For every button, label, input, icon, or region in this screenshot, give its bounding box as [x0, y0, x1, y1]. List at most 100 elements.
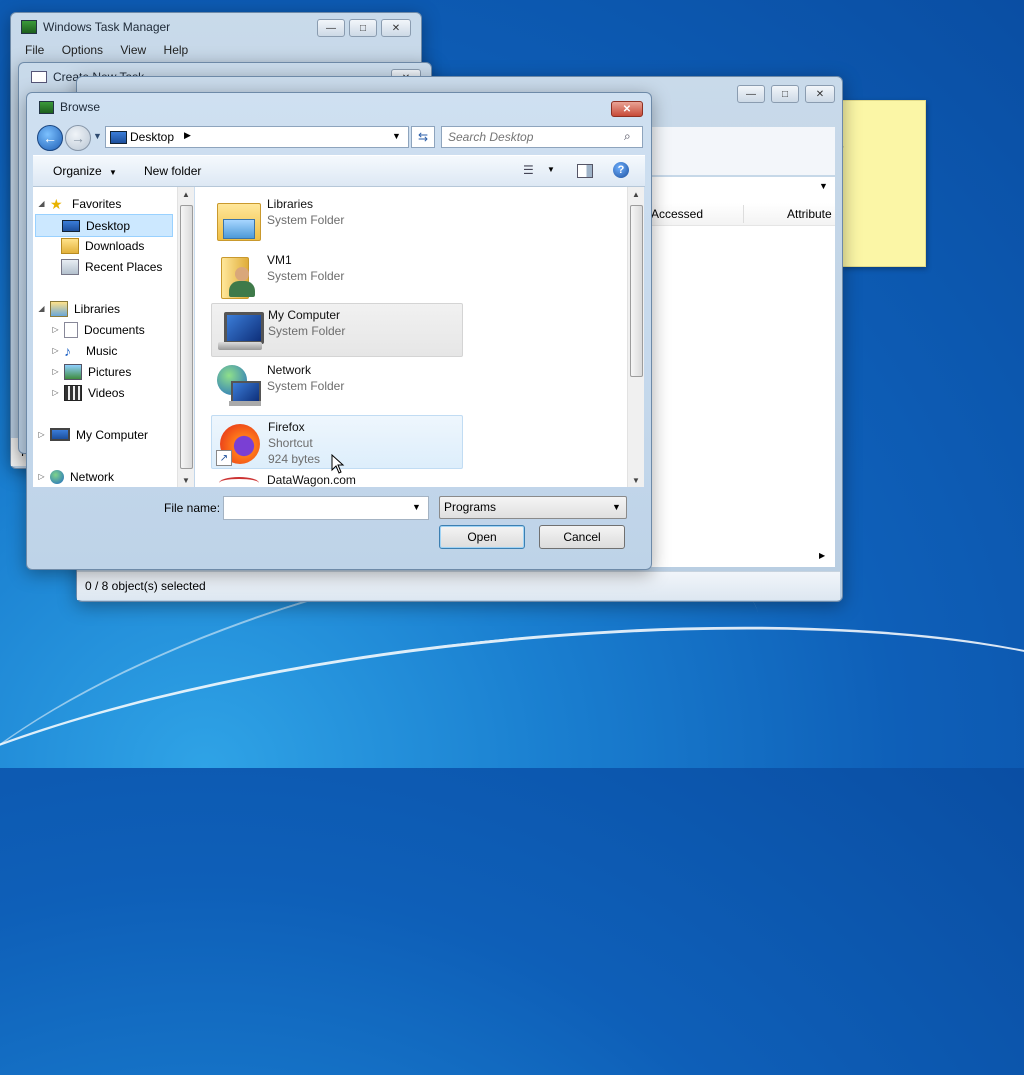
- file-name: My Computer: [268, 308, 341, 322]
- nav-downloads-label: Downloads: [85, 238, 145, 253]
- search-box[interactable]: ⌕: [441, 126, 643, 148]
- collapse-icon[interactable]: ▷: [51, 325, 60, 334]
- file-type-select[interactable]: Programs ▼: [439, 496, 627, 519]
- column-divider: [743, 205, 744, 223]
- view-options-icon[interactable]: ☰: [523, 163, 534, 177]
- nav-recent-places[interactable]: Recent Places: [61, 256, 162, 277]
- collapse-icon[interactable]: ▷: [37, 430, 46, 439]
- file-name-combo[interactable]: ▼: [223, 496, 429, 520]
- expand-icon[interactable]: ◢: [37, 304, 46, 313]
- close-button[interactable]: ✕: [805, 85, 835, 103]
- column-accessed[interactable]: Accessed: [651, 207, 703, 221]
- command-bar: Organize ▼ New folder ☰ ▼ ?: [33, 155, 645, 187]
- documents-icon: [64, 321, 78, 338]
- organize-button[interactable]: Organize ▼: [53, 164, 117, 178]
- network-icon: [215, 363, 261, 407]
- file-name-dropdown-icon[interactable]: ▼: [412, 502, 421, 512]
- pictures-icon: [64, 363, 82, 380]
- dropdown-arrow[interactable]: ▼: [819, 181, 828, 191]
- scroll-down-arrow[interactable]: ▼: [628, 473, 644, 487]
- file-item-my-computer[interactable]: My Computer System Folder: [211, 303, 463, 357]
- file-scrollbar[interactable]: ▲ ▼: [627, 187, 644, 487]
- file-name: VM1: [267, 253, 292, 267]
- nav-network-label: Network: [70, 469, 115, 484]
- collapse-icon[interactable]: ▷: [37, 472, 46, 481]
- close-button[interactable]: ✕: [381, 19, 411, 37]
- file-type: System Folder: [267, 379, 345, 393]
- organize-dropdown-icon: ▼: [109, 168, 117, 177]
- view-dropdown-icon[interactable]: ▼: [547, 165, 555, 174]
- nav-my-computer-label: My Computer: [76, 427, 149, 442]
- file-type-dropdown-icon: ▼: [612, 502, 621, 512]
- firefox-icon: ↗: [216, 420, 262, 466]
- nav-music[interactable]: ▷ ♪ Music: [51, 340, 117, 361]
- collapse-icon[interactable]: ▷: [51, 367, 60, 376]
- file-item-network[interactable]: Network System Folder: [211, 359, 461, 411]
- scroll-up-arrow[interactable]: ▲: [178, 187, 194, 201]
- open-button[interactable]: Open: [439, 525, 525, 549]
- navigation-pane: ◢ ★ Favorites Desktop Downloads Recent P…: [33, 187, 193, 487]
- explorer-list: Accessed Attribute ▼ ▶: [647, 177, 835, 567]
- nav-my-computer[interactable]: ▷ My Computer: [37, 424, 148, 445]
- collapse-icon[interactable]: ▷: [51, 346, 60, 355]
- forward-button[interactable]: →: [65, 125, 91, 151]
- scroll-up-arrow[interactable]: ▲: [628, 187, 644, 201]
- maximize-button[interactable]: □: [349, 19, 377, 37]
- address-bar[interactable]: Desktop ▶ ▼: [105, 126, 409, 148]
- maximize-button[interactable]: □: [771, 85, 799, 103]
- datawagon-icon: [215, 471, 261, 487]
- menu-options[interactable]: Options: [62, 43, 103, 57]
- scroll-right-arrow[interactable]: ▶: [819, 551, 825, 560]
- nav-documents[interactable]: ▷ Documents: [51, 319, 145, 340]
- file-item-vm1[interactable]: VM1 System Folder: [211, 249, 461, 301]
- column-attribute[interactable]: Attribute: [787, 207, 832, 221]
- minimize-button[interactable]: —: [737, 85, 765, 103]
- cancel-button[interactable]: Cancel: [539, 525, 625, 549]
- search-input[interactable]: [446, 128, 620, 146]
- file-name: Firefox: [268, 420, 305, 434]
- browse-dialog[interactable]: Browse ✕ ← → ▼ Desktop ▶ ▼ ⇆ ⌕ Organize …: [26, 92, 652, 570]
- breadcrumb-arrow-icon[interactable]: ▶: [184, 130, 191, 141]
- file-item-libraries[interactable]: Libraries System Folder: [211, 193, 461, 245]
- help-icon[interactable]: ?: [613, 162, 629, 178]
- back-button[interactable]: ←: [37, 125, 63, 151]
- sticky-note[interactable]: t: [839, 100, 926, 267]
- nav-desktop[interactable]: Desktop: [35, 214, 173, 237]
- downloads-folder-icon: [61, 237, 79, 254]
- close-button[interactable]: ✕: [611, 101, 643, 117]
- nav-scroll-thumb[interactable]: [180, 205, 193, 469]
- nav-pictures[interactable]: ▷ Pictures: [51, 361, 131, 382]
- recent-places-icon: [61, 258, 79, 275]
- nav-network[interactable]: ▷ Network: [37, 466, 114, 487]
- scroll-down-arrow[interactable]: ▼: [178, 473, 194, 487]
- file-type: Shortcut: [268, 436, 313, 450]
- status-text: 0 / 8 object(s) selected: [85, 579, 206, 593]
- address-dropdown-icon[interactable]: ▼: [392, 131, 401, 141]
- new-folder-button[interactable]: New folder: [144, 164, 201, 178]
- menu-view[interactable]: View: [120, 43, 146, 57]
- recent-locations-icon[interactable]: ▼: [93, 131, 102, 141]
- collapse-icon[interactable]: ▷: [51, 388, 60, 397]
- nav-favorites[interactable]: ◢ ★ Favorites: [37, 193, 121, 214]
- file-name-input[interactable]: [227, 499, 411, 517]
- browse-titlebar[interactable]: Browse: [27, 93, 651, 121]
- nav-videos[interactable]: ▷ Videos: [51, 382, 124, 403]
- libraries-icon: [50, 300, 68, 317]
- menu-file[interactable]: File: [25, 43, 44, 57]
- nav-libraries[interactable]: ◢ Libraries: [37, 298, 120, 319]
- preview-pane-icon[interactable]: [577, 164, 593, 178]
- desktop-icon: [110, 131, 127, 144]
- shortcut-arrow-icon: ↗: [216, 450, 232, 466]
- expand-icon[interactable]: ◢: [37, 199, 46, 208]
- file-name: Libraries: [267, 197, 314, 211]
- nav-scrollbar[interactable]: ▲ ▼: [177, 187, 194, 487]
- menu-help[interactable]: Help: [164, 43, 189, 57]
- nav-downloads[interactable]: Downloads: [61, 235, 144, 256]
- file-name: DataWagon.com: [267, 473, 356, 487]
- file-name: Network: [267, 363, 312, 377]
- file-scroll-thumb[interactable]: [630, 205, 643, 377]
- explorer-toolbar: [647, 127, 835, 175]
- address-text: Desktop: [130, 130, 175, 144]
- minimize-button[interactable]: —: [317, 19, 345, 37]
- refresh-button[interactable]: ⇆: [411, 126, 435, 148]
